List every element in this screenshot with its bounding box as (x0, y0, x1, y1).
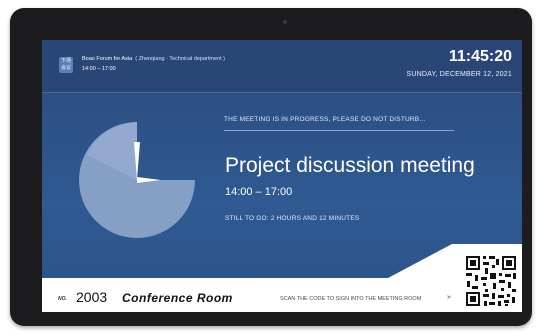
room-number: 2003 (76, 289, 108, 305)
chevron-right-icon: » (447, 294, 451, 301)
scan-instruction: SCAN THE CODE TO SIGN INTO THE MEETING R… (280, 296, 422, 302)
camera-icon (283, 20, 287, 24)
tablet-device: 下场会议 Boao Forum for Asia ( Zhenqiang · T… (10, 8, 532, 326)
room-display-screen: 下场会议 Boao Forum for Asia ( Zhenqiang · T… (42, 40, 522, 312)
footer-accent-shape (388, 244, 522, 278)
room-name: Conference Room (122, 291, 233, 305)
room-number-label: NO. (58, 296, 67, 302)
qr-code-icon[interactable] (463, 253, 519, 309)
